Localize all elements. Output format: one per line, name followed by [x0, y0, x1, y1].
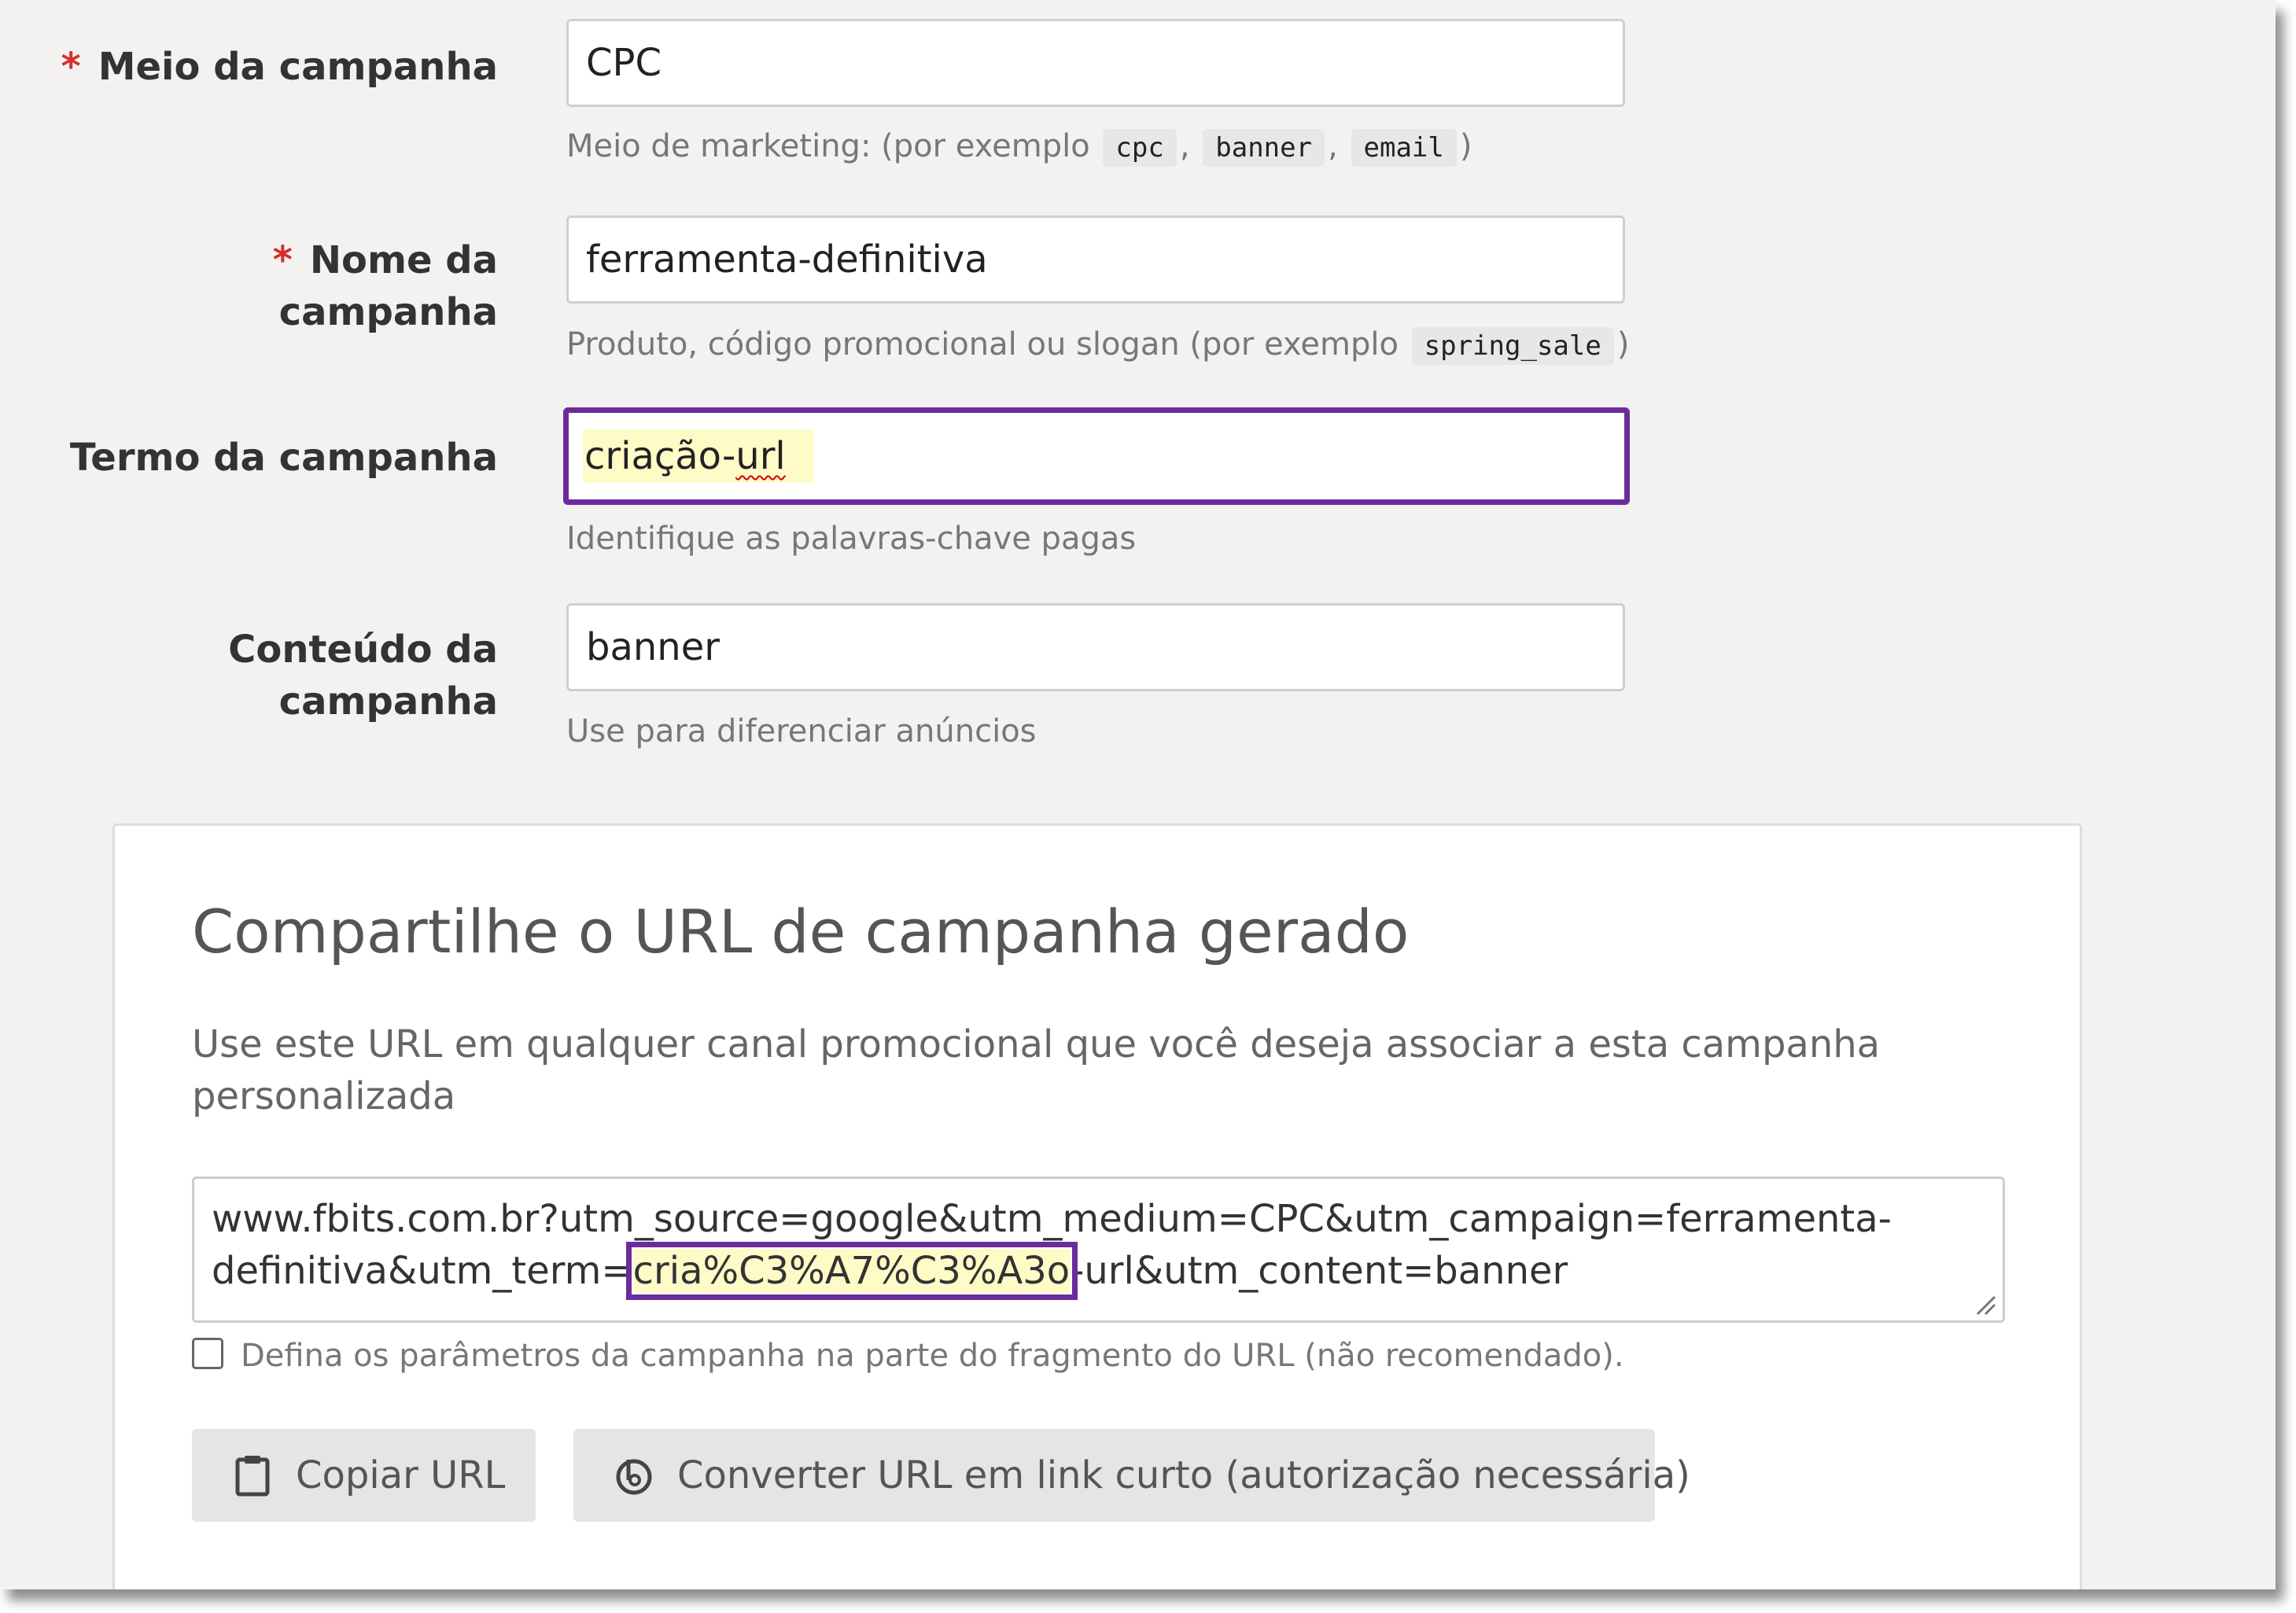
url-line: definitiva&utm_term=cria%C3%A7%C3%A3o-ur… [212, 1242, 1568, 1300]
campaign-term-input[interactable]: criação-url [563, 407, 1630, 505]
example-code: cpc [1103, 129, 1177, 167]
example-code: banner [1203, 129, 1325, 167]
content-label: Conteúdo da campanha [228, 628, 498, 724]
copy-url-button[interactable]: Copiar URL [192, 1429, 536, 1522]
shorten-url-button[interactable]: Converter URL em link curto (autorização… [573, 1429, 1690, 1522]
fragment-checkbox-label: Defina os parâmetros da campanha na part… [241, 1338, 1624, 1374]
term-value-highlight: criação-url [583, 429, 814, 483]
example-code: email [1351, 129, 1457, 167]
campaign-url-builder: * Meio da campanha CPC Meio de marketing:… [0, 0, 2276, 1589]
campaign-content-input[interactable]: banner [566, 603, 1625, 691]
name-label: * Nome da campanha [272, 238, 498, 334]
campaign-name-input[interactable]: ferramenta-definitiva [566, 215, 1625, 304]
required-mark: * [61, 45, 81, 89]
bitly-icon [616, 1459, 652, 1495]
generated-url-textarea[interactable]: www.fbits.com.br?utm_source=google&utm_m… [192, 1177, 2005, 1323]
panel-title: Compartilhe o URL de campanha gerado [192, 897, 1410, 967]
encoded-term-highlight: cria%C3%A7%C3%A3o [625, 1242, 1078, 1300]
medium-help-text: Meio de marketing: (por exemplo cpc, ban… [566, 124, 1472, 170]
name-help-text: Produto, código promocional ou slogan (p… [566, 322, 1629, 368]
term-help-text: Identifique as palavras-chave pagas [566, 521, 1137, 557]
share-url-panel: Compartilhe o URL de campanha gerado Use… [112, 823, 2082, 1589]
required-mark: * [272, 238, 293, 282]
example-code: spring_sale [1411, 327, 1614, 365]
medium-label: * Meio da campanha [61, 45, 498, 89]
content-help-text: Use para diferenciar anúncios [566, 713, 1037, 749]
term-label: Termo da campanha [69, 436, 498, 480]
fragment-checkbox[interactable] [192, 1338, 223, 1369]
panel-description: Use este URL em qualquer canal promocion… [192, 1022, 1881, 1118]
campaign-medium-input[interactable]: CPC [566, 19, 1625, 107]
clipboard-icon [235, 1456, 270, 1497]
url-line: www.fbits.com.br?utm_source=google&utm_m… [212, 1197, 1892, 1241]
resize-handle-icon[interactable] [1974, 1294, 1996, 1316]
